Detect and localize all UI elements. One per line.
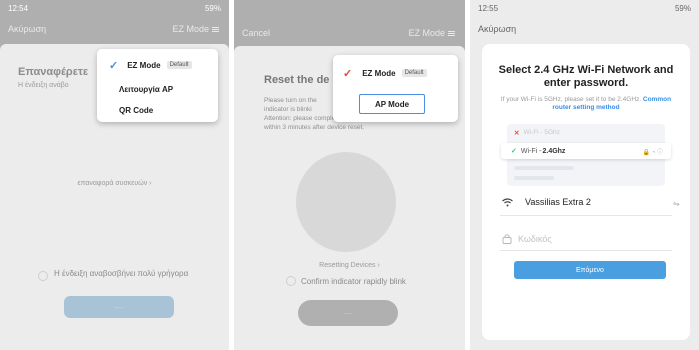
mode-menu: ✓ EZ Mode Default Λειτουργία AP QR Code (97, 49, 218, 122)
menu-icon (448, 30, 455, 36)
password-field[interactable]: Κωδικός (502, 233, 552, 244)
top-bar: Ακύρωση EZ Mode (0, 18, 229, 40)
status-time: 12:54 (8, 4, 29, 13)
status-bar: 12:55 59% (470, 0, 699, 18)
menu-item-ez-mode[interactable]: ✓ EZ Mode Default (333, 65, 458, 81)
page-title: Reset the de (264, 74, 330, 86)
device-illustration (296, 152, 396, 252)
default-badge: Default (166, 61, 192, 69)
page-title: Select 2.4 GHz Wi-Fi Network and enter p… (498, 64, 674, 89)
next-button-disabled[interactable]: — (298, 300, 398, 326)
network-name-field[interactable]: Vassilias Extra 2 (502, 197, 591, 207)
divider (500, 215, 672, 216)
confirm-row[interactable]: Η ένδειξη αναβοσβήνει πολύ γρήγορα (38, 268, 194, 281)
cancel-button[interactable]: Ακύρωση (8, 24, 46, 34)
mode-selector[interactable]: EZ Mode (408, 28, 455, 38)
page-title: Επαναφέρετε (18, 66, 89, 78)
menu-item-ap-mode[interactable]: Λειτουργία AP (97, 81, 218, 97)
status-battery: 59% (674, 4, 691, 13)
confirm-radio[interactable] (38, 271, 48, 281)
wifi-24ghz-row: ✓ Wi-Fi - 2.4Ghz 🔒 ◔ ⓘ (501, 143, 671, 159)
menu-item-qr-code[interactable]: QR Code (97, 102, 218, 118)
password-placeholder: Κωδικός (518, 233, 552, 244)
cancel-button[interactable]: Ακύρωση (478, 24, 516, 34)
mode-label: EZ Mode (408, 28, 445, 38)
confirm-label: Η ένδειξη αναβοσβήνει πολύ γρήγορα (54, 269, 189, 278)
check-icon: ✓ (109, 59, 119, 72)
top-bar: Cancel EZ Mode (234, 22, 465, 44)
next-button[interactable]: Επόμενο (514, 261, 666, 279)
placeholder-line (514, 166, 574, 170)
confirm-radio[interactable] (286, 276, 296, 286)
mode-menu: ✓ EZ Mode Default AP Mode (333, 55, 458, 122)
screenshot-panel-3: 12:55 59% Ακύρωση Select 2.4 GHz Wi-Fi N… (470, 0, 699, 350)
reset-devices-link[interactable]: Resetting Devices › (234, 262, 465, 269)
menu-item-ap-mode[interactable]: AP Mode (359, 94, 425, 114)
check-icon: ✓ (511, 148, 517, 155)
status-time: 12:55 (478, 4, 499, 13)
page-subtext: Η ένδειξη ανάβο (18, 82, 69, 89)
status-bar: 12:54 59% (0, 0, 229, 18)
reset-devices-link[interactable]: επαναφορά συσκευών › (0, 180, 229, 187)
menu-icon (212, 26, 219, 32)
mode-label: EZ Mode (172, 24, 209, 34)
default-badge: Default (401, 69, 427, 77)
switch-network-icon[interactable]: ⇋ (673, 199, 680, 208)
wifi-hint: If your Wi-Fi is 5GHz, please set it to … (500, 96, 672, 111)
confirm-label: Confirm indicator rapidly blink (301, 276, 406, 286)
status-battery: 59% (204, 4, 221, 13)
placeholder-line (514, 176, 554, 180)
confirm-row[interactable]: Confirm indicator rapidly blink (286, 276, 406, 286)
check-icon: ✓ (343, 67, 353, 80)
wifi-status-icons: 🔒 ◔ ⓘ (642, 149, 663, 156)
divider (500, 250, 672, 251)
top-bar: Ακύρωση (470, 18, 699, 40)
screenshot-panel-2: Cancel EZ Mode Reset the de Please turn … (234, 0, 465, 350)
mode-selector[interactable]: EZ Mode (172, 24, 219, 34)
wifi-icon (502, 197, 513, 206)
screenshot-panel-1: 12:54 59% Ακύρωση EZ Mode Επαναφέρετε Η … (0, 0, 229, 350)
wifi-5ghz-row: ✕ Wi-Fi - 5Ghz (514, 129, 560, 137)
next-button-disabled[interactable]: — (64, 296, 174, 318)
lock-icon (502, 234, 512, 244)
cancel-button[interactable]: Cancel (242, 28, 270, 38)
network-name-value: Vassilias Extra 2 (525, 197, 591, 207)
cross-icon: ✕ (514, 130, 520, 137)
menu-item-ez-mode[interactable]: ✓ EZ Mode Default (97, 57, 218, 73)
